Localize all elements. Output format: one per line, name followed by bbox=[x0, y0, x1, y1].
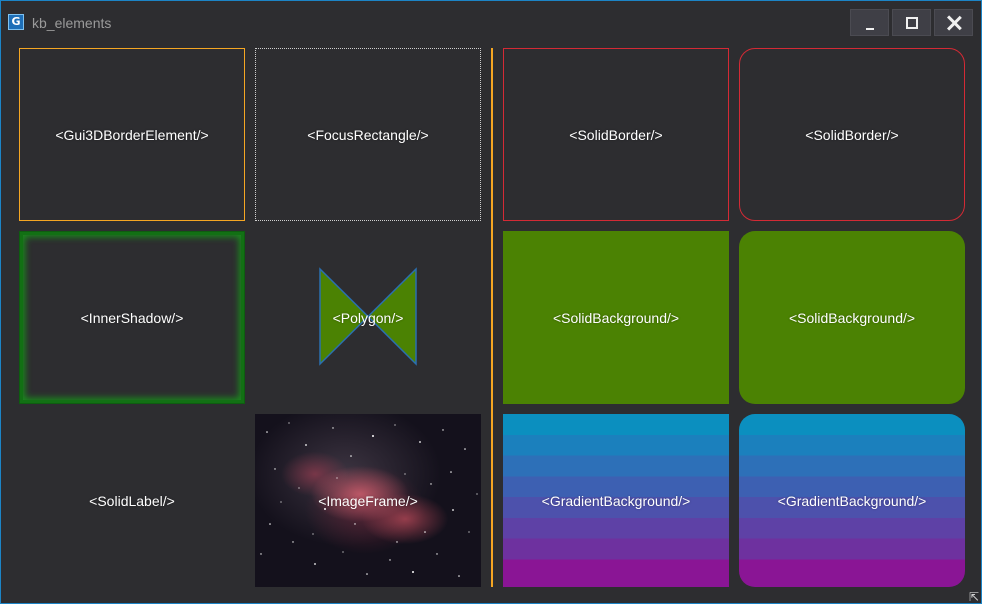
vertical-separator bbox=[491, 48, 493, 587]
polygon: <Polygon/> bbox=[255, 231, 481, 404]
resize-grip-icon[interactable]: ⇱ bbox=[969, 591, 981, 603]
maximize-icon bbox=[906, 17, 918, 29]
gradient-background-square: <GradientBackground/> bbox=[503, 414, 729, 587]
image-frame-label: <ImageFrame/> bbox=[318, 492, 418, 509]
solid-border-square-label: <SolidBorder/> bbox=[569, 126, 663, 143]
focus-rectangle: <FocusRectangle/> bbox=[255, 48, 481, 221]
window-title: kb_elements bbox=[32, 15, 112, 31]
focus-rectangle-label: <FocusRectangle/> bbox=[307, 126, 429, 143]
gradient-background-square-label: <GradientBackground/> bbox=[541, 492, 691, 509]
inner-shadow-label: <InnerShadow/> bbox=[80, 309, 184, 326]
main-window: G kb_elements <Gui3DBorderElement/> <Foc… bbox=[0, 0, 982, 604]
solid-background-square-label: <SolidBackground/> bbox=[552, 309, 680, 326]
solid-border-rounded-label: <SolidBorder/> bbox=[805, 126, 899, 143]
close-button[interactable] bbox=[934, 9, 973, 36]
solid-background-rounded-label: <SolidBackground/> bbox=[788, 309, 916, 326]
minimize-button[interactable] bbox=[850, 9, 889, 36]
gradient-background-rounded: <GradientBackground/> bbox=[739, 414, 965, 587]
app-icon: G bbox=[8, 14, 24, 30]
minimize-icon bbox=[866, 28, 874, 30]
solid-background-rounded: <SolidBackground/> bbox=[739, 231, 965, 404]
solid-border-square: <SolidBorder/> bbox=[503, 48, 729, 221]
maximize-button[interactable] bbox=[892, 9, 931, 36]
inner-shadow: <InnerShadow/> bbox=[19, 231, 245, 404]
solid-border-rounded: <SolidBorder/> bbox=[739, 48, 965, 221]
gradient-background-rounded-label: <GradientBackground/> bbox=[777, 492, 927, 509]
polygon-label: <Polygon/> bbox=[332, 309, 404, 326]
gui3d-border-label: <Gui3DBorderElement/> bbox=[55, 126, 209, 143]
gui3d-border-element: <Gui3DBorderElement/> bbox=[19, 48, 245, 221]
close-icon bbox=[946, 15, 962, 31]
solid-label-text: <SolidLabel/> bbox=[89, 492, 175, 509]
image-frame: <ImageFrame/> bbox=[255, 414, 481, 587]
solid-background-square: <SolidBackground/> bbox=[503, 231, 729, 404]
solid-label: <SolidLabel/> bbox=[19, 414, 245, 587]
title-bar[interactable]: G kb_elements bbox=[1, 1, 981, 45]
